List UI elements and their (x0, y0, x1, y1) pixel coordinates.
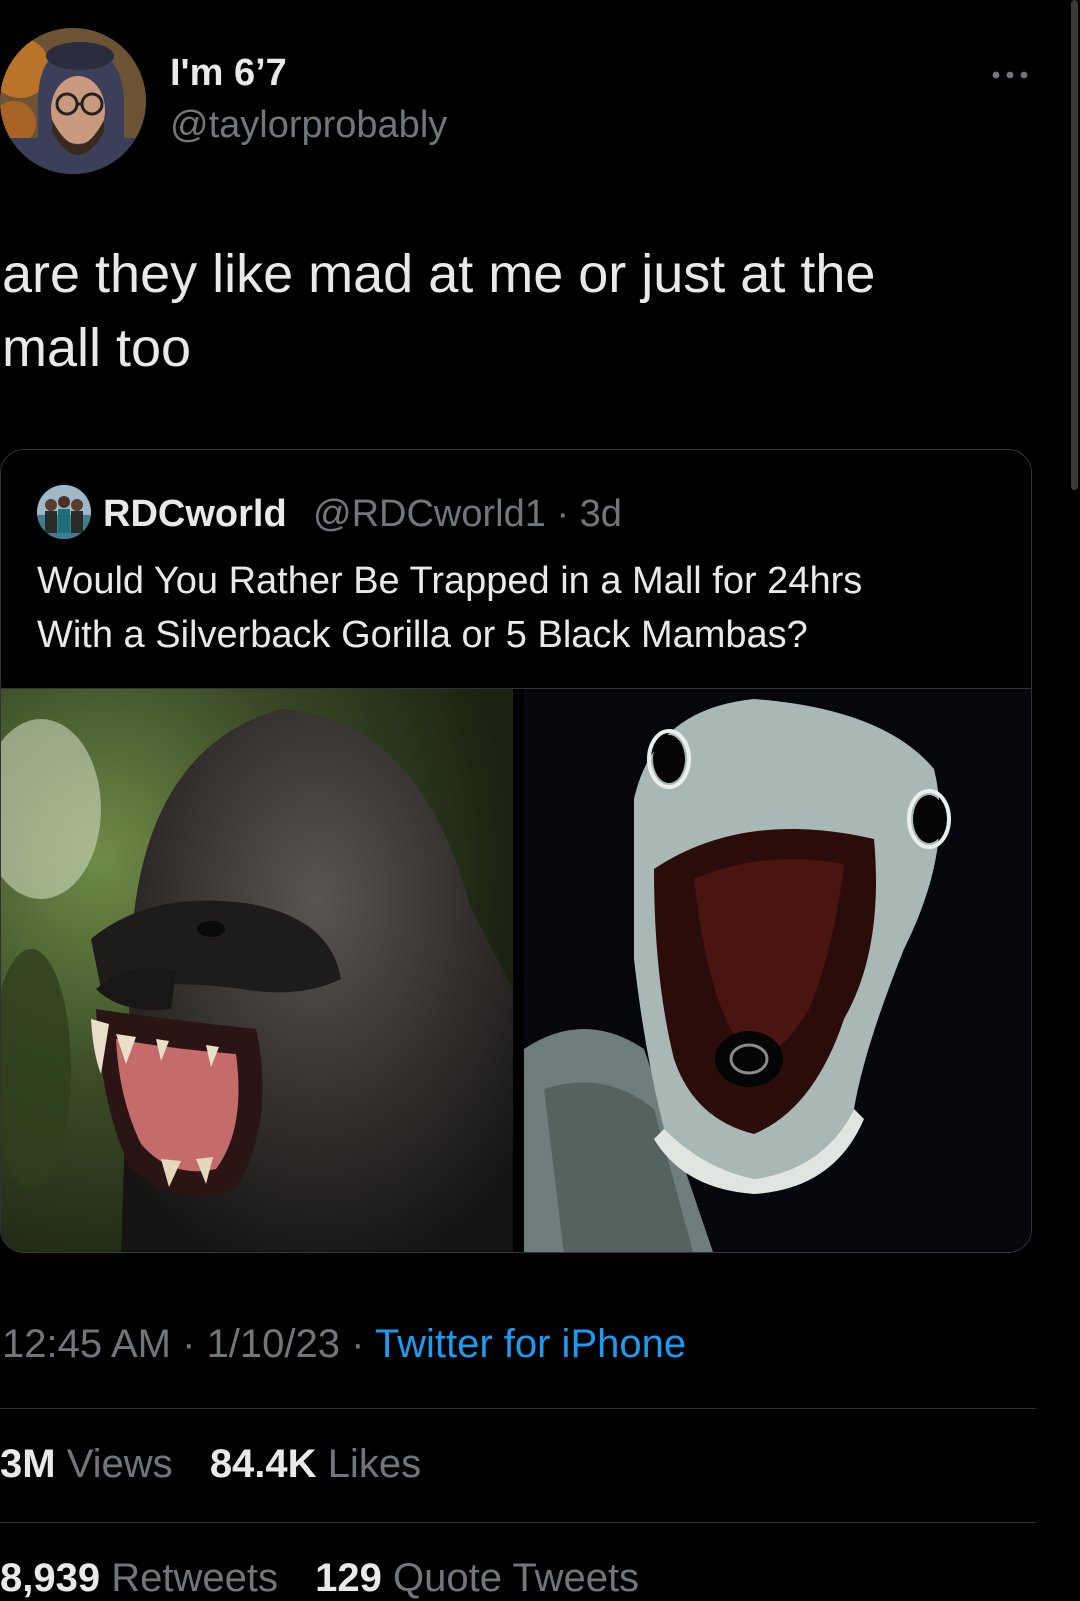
likes-count: 84.4K (209, 1442, 317, 1486)
tweet-date[interactable]: 1/10/23 (207, 1322, 340, 1366)
retweets-count: 8,939 (0, 1556, 101, 1600)
separator-dot: · (340, 1322, 375, 1366)
separator-dot: · (171, 1322, 207, 1366)
quoted-author-avatar[interactable] (37, 485, 91, 539)
views-count: 3M (0, 1442, 56, 1486)
author-display-name[interactable]: I'm 6’7 (170, 52, 287, 95)
likes-label: Likes (327, 1442, 422, 1486)
author-handle[interactable]: @taylorprobably (170, 104, 447, 147)
tweet-source-link[interactable]: Twitter for iPhone (375, 1322, 686, 1366)
quoted-author-name[interactable]: RDCworld (103, 493, 287, 536)
views-stat[interactable]: 3M Views (0, 1442, 173, 1487)
quote-tweets-stat[interactable]: 129 Quote Tweets (315, 1556, 639, 1601)
views-label: Views (66, 1442, 173, 1486)
quote-tweets-label: Quote Tweets (392, 1556, 640, 1600)
divider (0, 1408, 1036, 1409)
tweet-timestamp: 12:45 AM · 1/10/23 · Twitter for iPhone (2, 1322, 686, 1367)
quoted-text-line: Would You Rather Be Trapped in a Mall fo… (37, 560, 863, 602)
quoted-text-line: With a Silverback Gorilla or 5 Black Mam… (37, 614, 808, 656)
more-horizontal-icon[interactable] (990, 68, 1030, 82)
stats-row-views-likes: 3M Views 84.4K Likes (0, 1442, 447, 1487)
tweet-header: I'm 6’7 @taylorprobably (0, 28, 1040, 178)
stats-row-retweets-quotes: 8,939 Retweets 129 Quote Tweets (0, 1556, 665, 1601)
black-mamba-image[interactable] (524, 689, 1031, 1252)
scrollbar[interactable] (1071, 0, 1078, 490)
tweet-text: are they like mad at me or just at the m… (2, 237, 1002, 385)
tweet-text-line: are they like mad at me or just at the (2, 244, 876, 304)
tweet-time[interactable]: 12:45 AM (2, 1322, 171, 1366)
quoted-tweet-text: Would You Rather Be Trapped in a Mall fo… (37, 554, 997, 662)
tweet-text-line: mall too (2, 318, 192, 378)
quoted-tweet[interactable]: RDCworld @RDCworld1 · 3d Would You Rathe… (0, 449, 1032, 1253)
retweets-label: Retweets (111, 1556, 278, 1600)
author-avatar[interactable] (0, 28, 146, 174)
gorilla-image[interactable] (1, 689, 513, 1252)
quoted-author-handle-time[interactable]: @RDCworld1 · 3d (313, 493, 622, 536)
retweets-stat[interactable]: 8,939 Retweets (0, 1556, 278, 1601)
divider (0, 1522, 1036, 1523)
quoted-media (1, 688, 1031, 1252)
likes-stat[interactable]: 84.4K Likes (210, 1442, 421, 1487)
quote-tweets-count: 129 (315, 1556, 382, 1600)
